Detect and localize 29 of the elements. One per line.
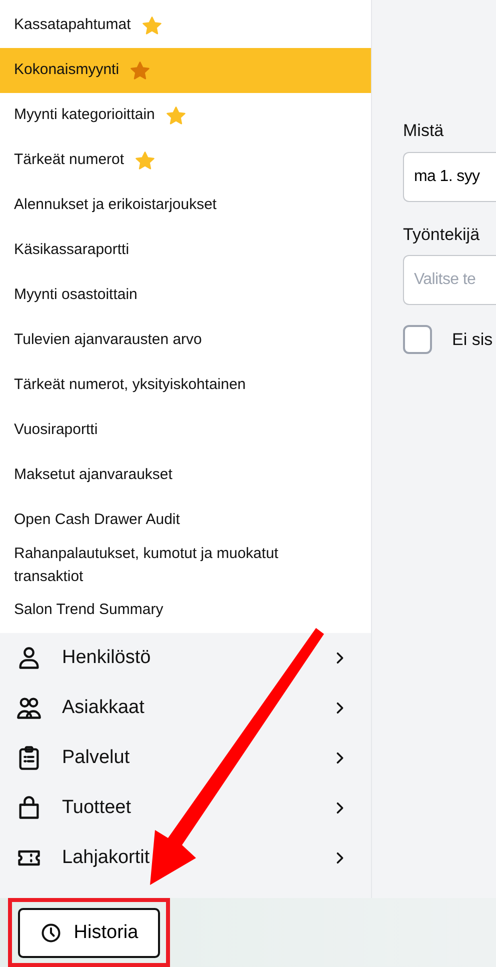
nav-item[interactable]: Lahjakortit	[0, 833, 371, 883]
report-item[interactable]: Kassatapahtumat	[0, 3, 371, 48]
nav-item[interactable]: Asiakkaat	[0, 683, 371, 733]
report-item[interactable]: Tulevien ajanvarausten arvo	[0, 318, 371, 363]
report-item[interactable]: Maksetut ajanvaraukset	[0, 453, 371, 498]
people-icon	[16, 695, 42, 721]
report-item[interactable]: Kokonaismyynti	[0, 48, 371, 93]
checkbox[interactable]	[403, 325, 432, 354]
clock-icon	[40, 922, 62, 944]
field-label: Työntekijä	[403, 224, 480, 246]
report-item[interactable]: Rahanpalautukset, kumotut ja muokatut transaktiot	[0, 543, 371, 588]
employee-field[interactable]: Valitse te	[403, 255, 496, 305]
report-item[interactable]: Open Cash Drawer Audit	[0, 498, 371, 543]
nav-item[interactable]: Palvelut	[0, 733, 371, 783]
nav-item[interactable]: Tuotteet	[0, 783, 371, 833]
report-item[interactable]: Tärkeät numerot	[0, 138, 371, 183]
report-item[interactable]: Käsikassaraportti	[0, 228, 371, 273]
nav-item[interactable]: Henkilöstö	[0, 633, 371, 683]
checkbox-label: Ei sis	[452, 328, 493, 351]
date-field[interactable]: ma 1. syy	[403, 152, 496, 202]
report-item[interactable]: Tärkeät numerot, yksityiskohtainen	[0, 363, 371, 408]
bag-icon	[16, 795, 42, 821]
field-label: Mistä	[403, 120, 444, 142]
history-button[interactable]: Historia	[18, 908, 160, 958]
report-item[interactable]: Myynti kategorioittain	[0, 93, 371, 138]
report-item[interactable]: Salon Trend Summary	[0, 588, 371, 633]
report-item[interactable]: Vuosiraportti	[0, 408, 371, 453]
report-item[interactable]: Myynti osastoittain	[0, 273, 371, 318]
report-item[interactable]: Alennukset ja erikoistarjoukset	[0, 183, 371, 228]
